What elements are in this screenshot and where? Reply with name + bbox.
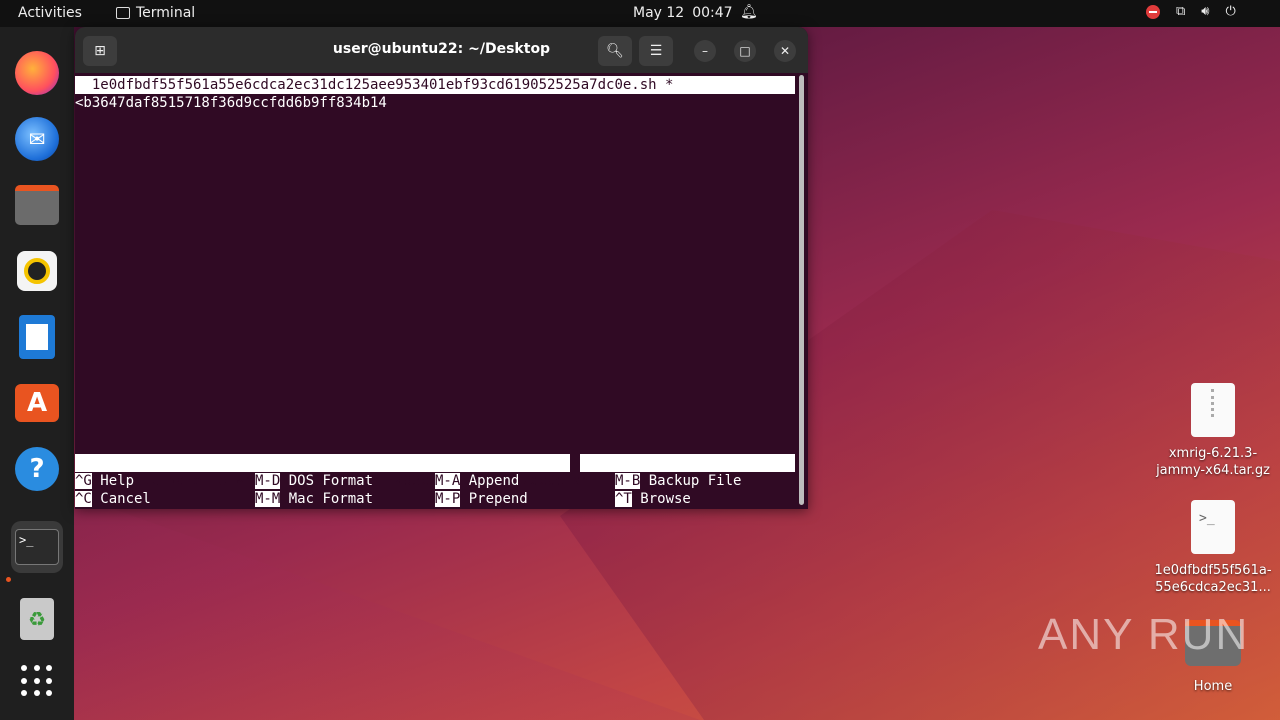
- shortcut-help: ^G Help: [75, 472, 134, 490]
- shortcut-label: Help: [91, 473, 135, 489]
- files-icon: [15, 185, 59, 225]
- file-label-line2: 55e6cdca2ec31...: [1155, 580, 1271, 595]
- do-not-disturb-icon: [1146, 4, 1160, 19]
- dock-writer[interactable]: [11, 311, 63, 363]
- shortcut-prepend: M-P Prepend: [435, 490, 528, 508]
- firefox-icon: [15, 51, 59, 95]
- shortcut-label: Prepend: [460, 491, 528, 507]
- shortcut-label: Backup File: [640, 473, 742, 489]
- shortcut-key: M-M: [255, 491, 281, 507]
- terminal-scrollbar[interactable]: [799, 75, 804, 505]
- volume-icon: 🔊︎: [1201, 4, 1210, 19]
- search-icon: 🔍︎: [606, 43, 624, 59]
- libreoffice-writer-icon: [19, 315, 55, 359]
- clock[interactable]: May 12 00:47: [633, 5, 733, 21]
- shortcut-label: DOS Format: [280, 473, 374, 489]
- shortcut-label: Mac Format: [280, 491, 374, 507]
- minimize-button[interactable]: –: [694, 40, 716, 62]
- desktop-file-script[interactable]: >_ 1e0dfbdf55f561a- 55e6cdca2ec31...: [1153, 500, 1273, 596]
- window-titlebar[interactable]: ⊞ user@ubuntu22: ~/Desktop 🔍︎ ☰ – □ ✕: [75, 27, 808, 73]
- minimize-icon: –: [702, 44, 708, 58]
- close-icon: ✕: [779, 44, 791, 58]
- hamburger-icon: ☰: [649, 43, 663, 59]
- dock-firefox[interactable]: [11, 47, 63, 99]
- dock-rhythmbox[interactable]: [11, 245, 63, 297]
- shortcut-backup-file: M-B Backup File: [615, 472, 741, 490]
- trash-icon: ♻: [20, 598, 54, 640]
- shortcut-key: ^G: [75, 473, 92, 489]
- shortcut-label: Browse: [631, 491, 691, 507]
- clock-date: May 12: [633, 5, 685, 21]
- terminal-window: ⊞ user@ubuntu22: ~/Desktop 🔍︎ ☰ – □ ✕ 1e…: [75, 27, 808, 509]
- shortcut-cancel: ^C Cancel: [75, 490, 151, 508]
- system-tray[interactable]: ⧉ 🔊︎ ⏻: [1146, 4, 1236, 19]
- shortcut-browse: ^T Browse: [615, 490, 691, 508]
- network-icon: ⧉: [1176, 4, 1186, 19]
- help-icon: ?: [15, 447, 59, 491]
- thunderbird-icon: ✉: [15, 117, 59, 161]
- power-icon: ⏻: [1225, 4, 1236, 19]
- dock-show-apps[interactable]: [11, 655, 63, 707]
- script-file-icon: >_: [1191, 500, 1235, 554]
- dock-help[interactable]: ?: [11, 443, 63, 495]
- shortcut-label: Append: [460, 473, 520, 489]
- shortcut-key: M-D: [255, 473, 281, 489]
- dock-app-center[interactable]: A: [11, 377, 63, 429]
- top-bar: Activities Terminal May 12 00:47 🔔︎ ⧉ 🔊︎…: [0, 0, 1280, 27]
- shortcut-key: M-P: [435, 491, 461, 507]
- dock-thunderbird[interactable]: ✉: [11, 113, 63, 165]
- shortcut-dos-format: M-D DOS Format: [255, 472, 373, 490]
- nano-title-bar: 1e0dfbdf55f561a55e6cdca2ec31dc125aee9534…: [75, 76, 795, 94]
- file-label-line2: jammy-x64.tar.gz: [1156, 463, 1270, 478]
- rhythmbox-icon: [17, 251, 57, 291]
- terminal-text-line: <b3647daf8515718f36d9ccfdd6b9ff834b14: [75, 95, 387, 111]
- show-apps-icon: [21, 665, 53, 697]
- dock-trash[interactable]: ♻: [11, 593, 63, 645]
- search-button[interactable]: 🔍︎: [598, 36, 632, 66]
- running-indicator: [6, 577, 11, 582]
- notification-bell-icon: 🔔︎: [740, 4, 758, 20]
- file-label-line1: xmrig-6.21.3-: [1168, 446, 1258, 461]
- maximize-button[interactable]: □: [734, 40, 756, 62]
- terminal-content[interactable]: 1e0dfbdf55f561a55e6cdca2ec31dc125aee9534…: [75, 75, 797, 509]
- file-label-line1: 1e0dfbdf55f561a-: [1154, 563, 1272, 578]
- shortcut-key: ^T: [615, 491, 632, 507]
- archive-file-icon: [1191, 383, 1235, 437]
- close-button[interactable]: ✕: [774, 40, 796, 62]
- home-label: Home: [1193, 679, 1233, 694]
- filename-prompt[interactable]: File Name to Write [DOS Format]:<93cd619…: [75, 454, 795, 489]
- menu-button[interactable]: ☰: [639, 36, 673, 66]
- terminal-small-icon: [116, 7, 130, 19]
- shortcut-key: M-A: [435, 473, 461, 489]
- app-center-icon: A: [15, 384, 59, 422]
- app-menu[interactable]: Terminal: [116, 5, 195, 21]
- shortcut-label: Cancel: [91, 491, 151, 507]
- desktop-file-xmrig[interactable]: xmrig-6.21.3- jammy-x64.tar.gz: [1153, 383, 1273, 479]
- dock-terminal[interactable]: >_: [11, 521, 63, 573]
- maximize-icon: □: [739, 44, 751, 58]
- dock-files[interactable]: [11, 179, 63, 231]
- shortcut-key: M-B: [615, 473, 641, 489]
- shortcut-key: ^C: [75, 491, 92, 507]
- watermark: ANY RUN: [1038, 610, 1250, 659]
- shortcut-mac-format: M-M Mac Format: [255, 490, 373, 508]
- activities-button[interactable]: Activities: [18, 5, 82, 21]
- clock-time: 00:47: [692, 5, 733, 21]
- app-name: Terminal: [136, 5, 196, 21]
- terminal-icon: >_: [15, 529, 59, 565]
- cursor-gap: [570, 454, 580, 472]
- dock: ✉ A ? >_ ♻: [0, 27, 74, 720]
- shortcut-append: M-A Append: [435, 472, 519, 490]
